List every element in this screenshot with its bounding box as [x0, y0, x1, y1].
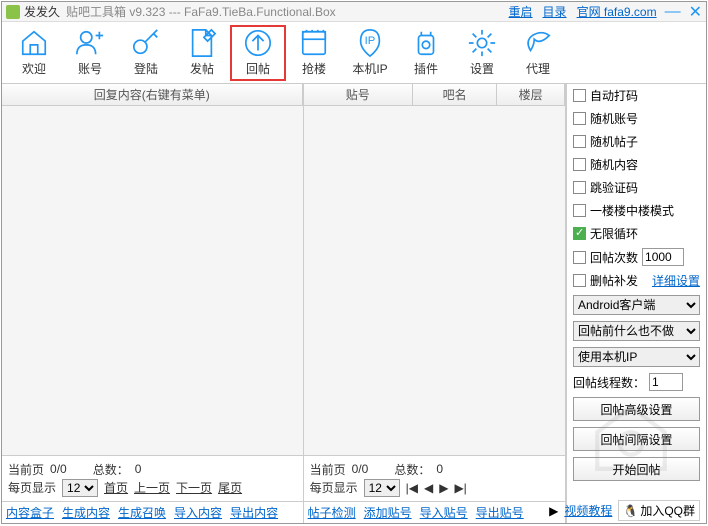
start-reply-button[interactable]: 开始回帖	[573, 457, 700, 481]
nav-first-icon[interactable]: |◀	[406, 481, 418, 495]
perpage-select[interactable]: 12	[62, 479, 98, 497]
rand-content-label: 随机内容	[590, 156, 638, 173]
tab-account[interactable]: 账号	[62, 25, 118, 81]
threads-label: 回帖线程数：	[573, 374, 645, 391]
col-ba[interactable]: 吧名	[413, 84, 497, 105]
detail-link[interactable]: 详细设置	[652, 272, 700, 289]
advanced-settings-button[interactable]: 回帖高级设置	[573, 397, 700, 421]
app-subtitle: 贴吧工具箱 v9.323 --- FaFa9.TieBa.Functional.…	[66, 3, 336, 20]
tab-login[interactable]: 登陆	[118, 25, 174, 81]
video-icon: ▶	[549, 504, 558, 518]
app-name: 发发久	[24, 3, 60, 20]
before-action-select[interactable]: 回帖前什么也不做	[573, 321, 700, 341]
client-select[interactable]: Android客户端	[573, 295, 700, 315]
qq-icon: 🐧	[623, 504, 638, 518]
col-tie[interactable]: 贴号	[304, 84, 413, 105]
minimize-icon[interactable]: —	[665, 3, 681, 21]
total-value: 0	[135, 462, 142, 476]
perpage-label: 每页显示	[310, 479, 358, 496]
svg-text:IP: IP	[365, 35, 376, 47]
export-tie-link[interactable]: 导出贴号	[476, 504, 524, 521]
col-reply-content[interactable]: 回复内容(右键有菜单)	[2, 84, 303, 105]
floor-mode-label: 一楼楼中楼模式	[590, 202, 674, 219]
rand-account-label: 随机账号	[590, 110, 638, 127]
tab-proxy[interactable]: 代理	[510, 25, 566, 81]
tab-plugin[interactable]: 插件	[398, 25, 454, 81]
nav-next-icon[interactable]: ▶	[439, 481, 448, 495]
restart-link[interactable]: 重启	[509, 3, 533, 20]
next-page-link[interactable]: 下一页	[176, 479, 212, 496]
tab-ip[interactable]: IP本机IP	[342, 25, 398, 81]
tab-settings[interactable]: 设置	[454, 25, 510, 81]
gen-summon-link[interactable]: 生成召唤	[118, 504, 166, 521]
prev-page-link[interactable]: 上一页	[134, 479, 170, 496]
tab-welcome[interactable]: 欢迎	[6, 25, 62, 81]
import-content-link[interactable]: 导入内容	[174, 504, 222, 521]
auto-code-checkbox[interactable]	[573, 89, 586, 102]
tie-grid-header: 贴号 吧名 楼层	[304, 84, 565, 106]
rand-tie-checkbox[interactable]	[573, 135, 586, 148]
perpage-label: 每页显示	[8, 479, 56, 496]
official-link[interactable]: 官网 fafa9.com	[577, 3, 657, 20]
content-box-link[interactable]: 内容盒子	[6, 504, 54, 521]
close-icon[interactable]: ✕	[689, 2, 702, 22]
nav-prev-icon[interactable]: ◀	[424, 481, 433, 495]
del-sup-checkbox[interactable]	[573, 274, 586, 287]
total-value: 0	[436, 462, 443, 476]
reply-links: 内容盒子 生成内容 生成召唤 导入内容 导出内容	[2, 501, 303, 523]
reply-count-label: 回帖次数	[590, 249, 638, 266]
total-label: 总数：	[394, 461, 430, 478]
interval-settings-button[interactable]: 回帖间隔设置	[573, 427, 700, 451]
current-page-value: 0/0	[352, 462, 369, 476]
rand-tie-label: 随机帖子	[590, 133, 638, 150]
join-qq-button[interactable]: 🐧加入QQ群	[618, 500, 700, 521]
reply-count-input[interactable]	[642, 248, 684, 266]
reply-content-panel: 回复内容(右键有菜单) 当前页 0/0 总数： 0 每页显示 12 首页 上一页…	[2, 84, 304, 523]
import-tie-link[interactable]: 导入贴号	[420, 504, 468, 521]
reply-grid-header: 回复内容(右键有菜单)	[2, 84, 303, 106]
app-logo-icon	[6, 5, 20, 19]
reply-pager: 当前页 0/0 总数： 0 每页显示 12 首页 上一页 下一页 尾页	[2, 455, 303, 501]
ip-select[interactable]: 使用本机IP	[573, 347, 700, 367]
del-sup-label: 删帖补发	[590, 272, 638, 289]
current-page-value: 0/0	[50, 462, 67, 476]
gen-content-link[interactable]: 生成内容	[62, 504, 110, 521]
export-content-link[interactable]: 导出内容	[230, 504, 278, 521]
last-page-link[interactable]: 尾页	[218, 479, 242, 496]
tab-post[interactable]: 发帖	[174, 25, 230, 81]
first-page-link[interactable]: 首页	[104, 479, 128, 496]
perpage-select[interactable]: 12	[364, 479, 400, 497]
skip-verify-label: 跳验证码	[590, 179, 638, 196]
threads-input[interactable]	[649, 373, 683, 391]
tie-check-link[interactable]: 帖子检测	[308, 504, 356, 521]
rand-content-checkbox[interactable]	[573, 158, 586, 171]
main-toolbar: 欢迎 账号 登陆 发帖 回帖 抢楼 IP本机IP 插件 设置 代理	[2, 22, 706, 84]
current-page-label: 当前页	[310, 461, 346, 478]
auto-code-label: 自动打码	[590, 87, 638, 104]
footer: ▶ 视频教程 🐧加入QQ群	[549, 500, 700, 521]
video-tutorial-link[interactable]: 视频教程	[564, 502, 612, 519]
total-label: 总数：	[93, 461, 129, 478]
infinite-label: 无限循环	[590, 225, 638, 242]
add-tie-link[interactable]: 添加贴号	[364, 504, 412, 521]
infinite-checkbox[interactable]	[573, 227, 586, 240]
tie-grid-body[interactable]	[304, 106, 565, 455]
tab-grab[interactable]: 抢楼	[286, 25, 342, 81]
reply-count-checkbox[interactable]	[573, 251, 586, 264]
tie-links: 帖子检测 添加贴号 导入贴号 导出贴号	[304, 501, 565, 523]
skip-verify-checkbox[interactable]	[573, 181, 586, 194]
tie-pager: 当前页 0/0 总数： 0 每页显示 12 |◀ ◀ ▶ ▶|	[304, 455, 565, 501]
rand-account-checkbox[interactable]	[573, 112, 586, 125]
col-floor[interactable]: 楼层	[497, 84, 565, 105]
tie-panel: 贴号 吧名 楼层 当前页 0/0 总数： 0 每页显示 12 |◀ ◀ ▶	[304, 84, 566, 523]
floor-mode-checkbox[interactable]	[573, 204, 586, 217]
current-page-label: 当前页	[8, 461, 44, 478]
tab-reply[interactable]: 回帖	[230, 25, 286, 81]
catalog-link[interactable]: 目录	[543, 3, 567, 20]
reply-grid-body[interactable]	[2, 106, 303, 455]
titlebar: 发发久 贴吧工具箱 v9.323 --- FaFa9.TieBa.Functio…	[2, 2, 706, 22]
nav-last-icon[interactable]: ▶|	[454, 481, 466, 495]
options-panel: 自动打码 随机账号 随机帖子 随机内容 跳验证码 一楼楼中楼模式 无限循环 回帖…	[566, 84, 706, 523]
